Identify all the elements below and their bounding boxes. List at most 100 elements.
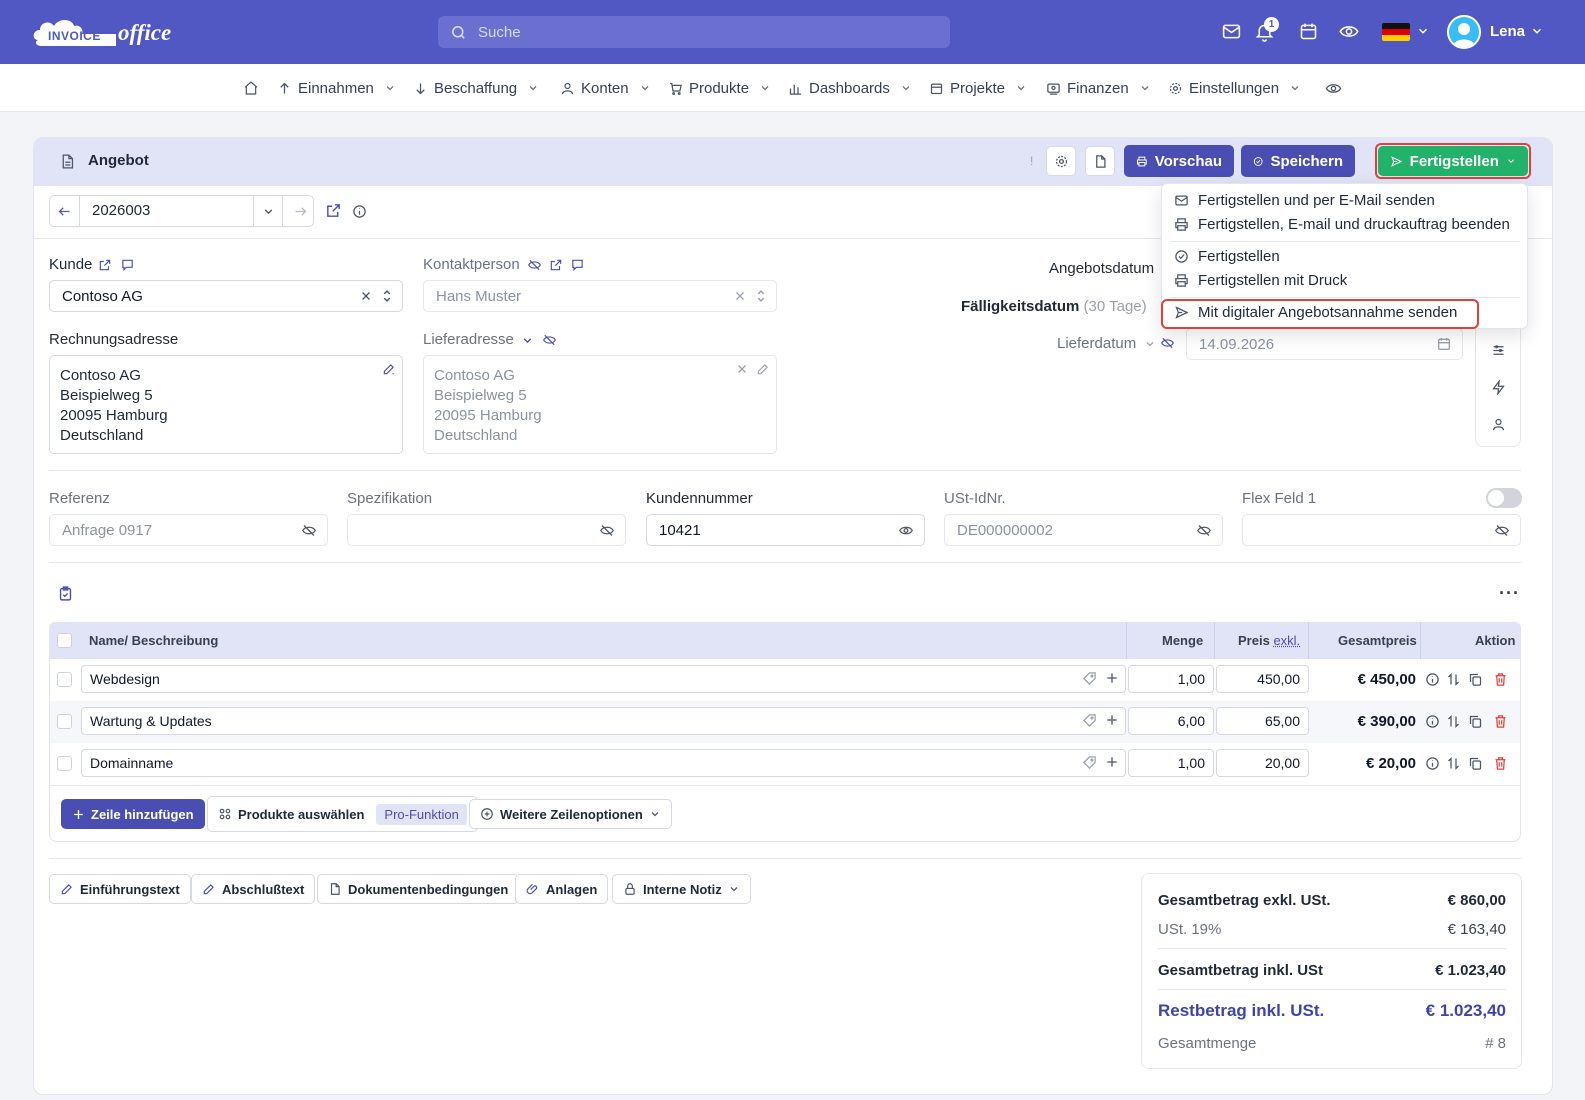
nav-item-einstellungen[interactable]: Einstellungen (1168, 78, 1301, 98)
tag-icon[interactable] (1082, 755, 1097, 770)
trash-icon[interactable] (1493, 714, 1508, 729)
add-row-button[interactable]: Zeile hinzufügen (61, 799, 205, 829)
closing-text-button[interactable]: Abschlußtext (191, 874, 316, 904)
prev-doc-button[interactable] (50, 196, 80, 226)
eye-off-icon[interactable] (1196, 523, 1212, 538)
info-icon[interactable] (352, 204, 367, 219)
pdf-button[interactable] (1085, 146, 1115, 176)
item-name-input[interactable]: Webdesign (81, 665, 1126, 693)
search-input[interactable]: Suche (438, 16, 950, 48)
more-row-options-button[interactable]: Weitere Zeilenoptionen (469, 799, 672, 829)
flex-field-toggle[interactable] (1486, 488, 1522, 508)
qty-input[interactable]: 1,00 (1128, 665, 1214, 693)
chevron-down-icon[interactable] (521, 334, 534, 347)
clipboard-icon[interactable] (57, 584, 74, 603)
chevron-down-icon[interactable] (1416, 24, 1438, 46)
eye-off-icon[interactable] (1160, 336, 1175, 350)
plus-icon[interactable] (1105, 713, 1119, 727)
billing-address[interactable]: Contoso AG Beispielweg 5 20095 Hamburg D… (49, 355, 403, 454)
user-name[interactable]: Lena (1490, 23, 1525, 40)
eye-icon[interactable] (1325, 78, 1342, 98)
eye-off-icon[interactable] (301, 523, 317, 538)
eye-off-icon[interactable] (1494, 523, 1510, 538)
info-icon[interactable] (1425, 714, 1440, 729)
row-checkbox[interactable] (57, 672, 72, 687)
intro-text-button[interactable]: Einführungstext (49, 874, 191, 904)
copy-icon[interactable] (1468, 672, 1483, 687)
edit-icon[interactable] (756, 362, 770, 376)
price-mode-toggle[interactable]: exkl. (1273, 633, 1300, 648)
chevron-down-icon[interactable] (1144, 338, 1156, 350)
attachments-button[interactable]: Anlagen (515, 874, 609, 904)
home-icon[interactable] (243, 78, 259, 98)
price-input[interactable]: 20,00 (1216, 749, 1309, 777)
vat-id-input[interactable]: DE000000002 (944, 514, 1223, 546)
eye-icon[interactable] (898, 523, 914, 538)
clear-icon[interactable] (360, 290, 372, 302)
internal-note-button[interactable]: Interne Notiz (612, 874, 751, 904)
menu-item-finish-email-print[interactable]: Fertigstellen, E-mail und druckauftrag b… (1174, 216, 1510, 233)
select-all-checkbox[interactable] (57, 633, 72, 648)
flex-field-input[interactable] (1242, 514, 1521, 546)
qty-input[interactable]: 6,00 (1128, 707, 1214, 735)
specification-input[interactable] (347, 514, 626, 546)
tag-icon[interactable] (1082, 713, 1097, 728)
calendar-icon[interactable] (1436, 336, 1452, 352)
copy-icon[interactable] (1468, 756, 1483, 771)
german-flag-icon[interactable] (1382, 23, 1410, 41)
menu-item-digital-acceptance[interactable]: Mit digitaler Angebotsannahme senden (1174, 304, 1457, 321)
doc-number-dropdown[interactable] (253, 196, 283, 226)
nav-item-einnahmen[interactable]: Einnahmen (277, 78, 396, 98)
tag-icon[interactable] (1082, 671, 1097, 686)
nav-item-konten[interactable]: Konten (560, 78, 651, 98)
document-terms-button[interactable]: Dokumentenbedingungen (317, 874, 520, 904)
external-link-icon[interactable] (549, 258, 563, 272)
user-icon[interactable] (1491, 417, 1506, 432)
comment-icon[interactable] (570, 258, 585, 272)
item-name-input[interactable]: Domainname (81, 749, 1126, 777)
reorder-icon[interactable] (1446, 672, 1461, 687)
reorder-icon[interactable] (1446, 714, 1461, 729)
delivery-address[interactable]: Contoso AG Beispielweg 5 20095 Hamburg D… (423, 355, 777, 454)
plus-icon[interactable] (1105, 755, 1119, 769)
menu-item-finish[interactable]: Fertigstellen (1174, 248, 1280, 265)
price-input[interactable]: 450,00 (1216, 665, 1309, 693)
finish-button[interactable]: Fertigstellen (1378, 146, 1528, 176)
clear-icon[interactable] (736, 363, 748, 375)
nav-item-produkte[interactable]: Produkte (668, 78, 771, 98)
customer-select[interactable]: Contoso AG (49, 280, 403, 312)
row-checkbox[interactable] (57, 714, 72, 729)
avatar[interactable] (1447, 15, 1481, 49)
external-link-icon[interactable] (325, 202, 342, 219)
mail-icon[interactable] (1221, 21, 1243, 43)
next-doc-button[interactable] (285, 196, 315, 226)
eye-off-icon[interactable] (527, 258, 542, 272)
lightning-icon[interactable] (1491, 380, 1506, 395)
copy-icon[interactable] (1468, 714, 1483, 729)
customer-number-input[interactable]: 10421 (646, 514, 925, 546)
menu-item-finish-email[interactable]: Fertigstellen und per E-Mail senden (1174, 192, 1435, 209)
calendar-icon[interactable] (1298, 21, 1320, 43)
info-icon[interactable] (1425, 672, 1440, 687)
sliders-icon[interactable] (1491, 343, 1506, 358)
nav-item-finanzen[interactable]: Finanzen (1046, 78, 1151, 98)
menu-item-finish-print[interactable]: Fertigstellen mit Druck (1174, 272, 1347, 289)
plus-icon[interactable] (1105, 671, 1119, 685)
item-name-input[interactable]: Wartung & Updates (81, 707, 1126, 735)
preview-button[interactable]: Vorschau (1124, 145, 1234, 177)
clear-icon[interactable] (734, 290, 746, 302)
comment-icon[interactable] (120, 258, 135, 272)
edit-icon[interactable] (382, 362, 396, 376)
qty-input[interactable]: 1,00 (1128, 749, 1214, 777)
trash-icon[interactable] (1493, 672, 1508, 687)
delivery-date-input[interactable]: 14.09.2026 (1186, 328, 1463, 360)
eye-off-icon[interactable] (599, 523, 615, 538)
more-options-icon[interactable]: ··· (1499, 583, 1520, 604)
price-input[interactable]: 65,00 (1216, 707, 1309, 735)
eye-icon[interactable] (1338, 21, 1360, 43)
eye-off-icon[interactable] (542, 333, 557, 347)
save-button[interactable]: Speichern (1241, 145, 1355, 177)
select-products-button[interactable]: Produkte auswählen Pro-Funktion (207, 796, 478, 832)
external-link-icon[interactable] (98, 258, 112, 272)
nav-item-projekte[interactable]: Projekte (929, 78, 1027, 98)
